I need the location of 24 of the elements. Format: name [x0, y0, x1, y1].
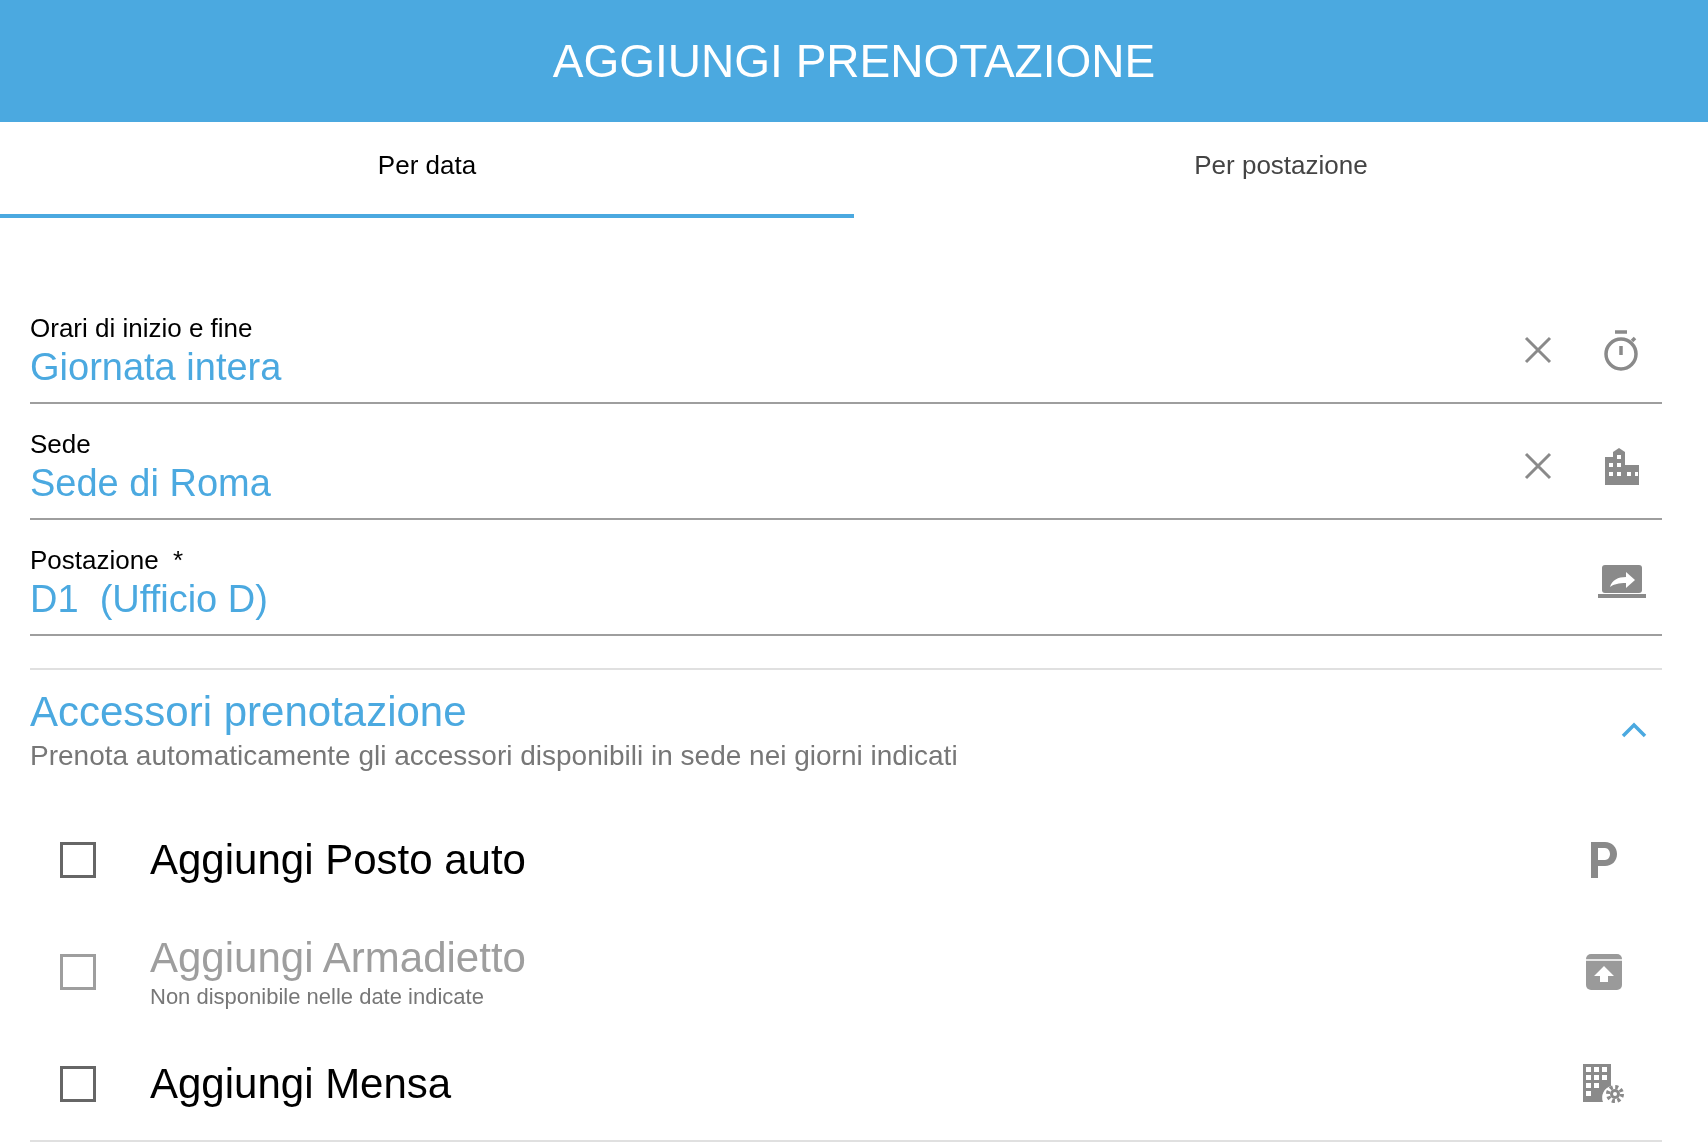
field-label: Postazione *	[30, 544, 185, 577]
checkbox[interactable]	[60, 1066, 96, 1102]
tab[interactable]: Per data	[0, 122, 854, 218]
section-title: Accessori prenotazione	[30, 687, 468, 737]
page-title: AGGIUNGI PRENOTAZIONE	[552, 33, 1156, 89]
building-icon	[1603, 447, 1641, 485]
locker-upload-icon	[1586, 954, 1622, 990]
building-gear-icon	[1583, 1064, 1625, 1104]
option-label: Aggiungi Posto auto	[150, 835, 527, 885]
parking-icon	[1590, 842, 1618, 878]
field-value[interactable]: Giornata intera	[30, 345, 1520, 389]
field-label: Orari di inizio e fine	[30, 312, 254, 345]
laptop-share-icon	[1598, 565, 1646, 599]
field-value[interactable]: Sede di Roma	[30, 461, 1520, 505]
field-value[interactable]: D1 (Ufficio D)	[30, 577, 1594, 621]
field-label: Sede	[30, 428, 92, 461]
option-label: Aggiungi Armadietto	[150, 933, 527, 983]
checkbox[interactable]	[60, 842, 96, 878]
tab[interactable]: Per postazione	[854, 122, 1708, 218]
chevron-up-icon	[1620, 721, 1648, 739]
option-note: Non disponibile nelle date indicate	[150, 983, 485, 1011]
stopwatch-icon	[1603, 329, 1641, 371]
section-subtitle: Prenota automaticamente gli accessori disponibili in sede nei giorni indicati	[30, 739, 959, 773]
option-label: Aggiungi Mensa	[150, 1059, 453, 1109]
